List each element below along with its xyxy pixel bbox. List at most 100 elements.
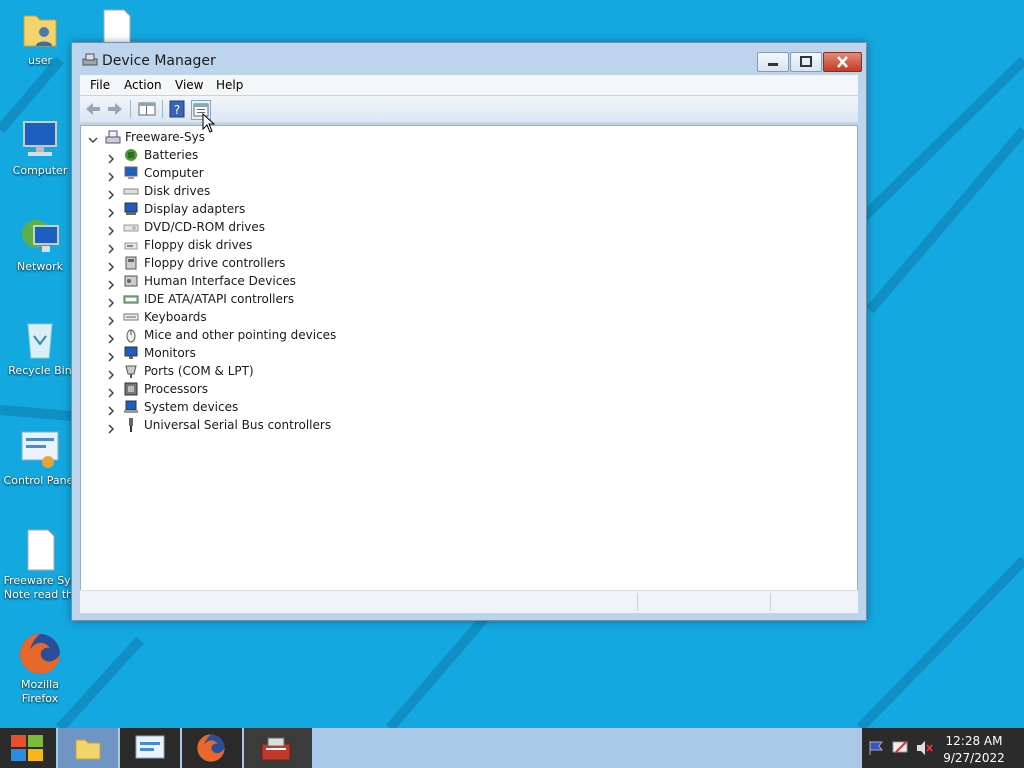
menu-file[interactable]: File [90, 78, 110, 92]
expand-chevron-icon[interactable] [107, 187, 115, 200]
desktop-icon-network[interactable]: Network [0, 214, 80, 274]
usb-icon [123, 417, 139, 433]
device-manager-icon [82, 53, 98, 67]
desktop-icon-control-panel[interactable]: Control Panel [0, 428, 80, 488]
monitor-icon [123, 345, 139, 361]
menu-bar: File Action View Help [80, 75, 858, 95]
desktop-icon-user[interactable]: user [0, 8, 80, 68]
forward-arrow-icon[interactable] [106, 100, 124, 118]
tree-category-row[interactable]: DVD/CD-ROM drives [81, 218, 481, 236]
firefox-icon [197, 734, 225, 762]
volume-muted-icon[interactable] [916, 740, 934, 756]
close-button[interactable] [823, 52, 862, 72]
tree-category-row[interactable]: IDE ATA/ATAPI controllers [81, 290, 481, 308]
tree-category-row[interactable]: System devices [81, 398, 481, 416]
expand-chevron-icon[interactable] [107, 313, 115, 326]
recycle-bin-icon [18, 318, 62, 362]
desktop-icon-freeware-note[interactable]: Freeware Sys Note read thi [0, 528, 80, 602]
status-separator [637, 593, 638, 611]
tree-category-row[interactable]: Floppy disk drives [81, 236, 481, 254]
device-tree: Freeware-Sys Batteries Computer Disk drive… [80, 125, 858, 591]
collapse-chevron-icon[interactable] [88, 132, 98, 144]
show-hide-console-tree-icon[interactable] [138, 100, 156, 118]
expand-chevron-icon[interactable] [107, 331, 115, 344]
tree-category-label: Display adapters [144, 202, 246, 216]
network-icon[interactable] [892, 740, 910, 756]
tree-category-row[interactable]: Display adapters [81, 200, 481, 218]
port-icon [123, 363, 139, 379]
expand-chevron-icon[interactable] [107, 367, 115, 380]
status-bar [80, 590, 858, 613]
tree-category-row[interactable]: Mice and other pointing devices [81, 326, 481, 344]
tree-category-row[interactable]: Disk drives [81, 182, 481, 200]
display-adapter-icon [123, 201, 139, 217]
expand-chevron-icon[interactable] [107, 277, 115, 290]
expand-chevron-icon[interactable] [107, 295, 115, 308]
desktop-icon-label-line1: Mozilla [21, 678, 59, 691]
clock-time[interactable]: 12:28 AM [944, 734, 1004, 748]
expand-chevron-icon[interactable] [107, 403, 115, 416]
clock-date[interactable]: 9/27/2022 [940, 751, 1008, 765]
desktop-icon-firefox[interactable]: Mozilla Firefox [0, 632, 80, 706]
tree-category-row[interactable]: Computer [81, 164, 481, 182]
expand-chevron-icon[interactable] [107, 205, 115, 218]
expand-chevron-icon[interactable] [107, 223, 115, 236]
expand-chevron-icon[interactable] [107, 151, 115, 164]
tree-category-row[interactable]: Ports (COM & LPT) [81, 362, 481, 380]
tree-category-row[interactable]: Human Interface Devices [81, 272, 481, 290]
start-button[interactable] [0, 728, 56, 768]
flag-icon[interactable] [868, 740, 886, 756]
device-manager-icon [261, 737, 291, 761]
desktop-icon-recycle-bin[interactable]: Recycle Bin [0, 318, 80, 378]
menu-action[interactable]: Action [124, 78, 162, 92]
expand-chevron-icon[interactable] [107, 385, 115, 398]
tree-category-row[interactable]: Universal Serial Bus controllers [81, 416, 481, 434]
menu-view[interactable]: View [175, 78, 203, 92]
firefox-icon [18, 632, 62, 676]
tree-category-label: Mice and other pointing devices [144, 328, 337, 342]
tree-category-label: Universal Serial Bus controllers [144, 418, 332, 432]
expand-chevron-icon[interactable] [107, 241, 115, 254]
tree-root[interactable]: Freeware-Sys [81, 128, 381, 146]
back-arrow-icon[interactable] [84, 100, 102, 118]
maximize-button[interactable] [790, 52, 822, 72]
toolbar-separator [162, 100, 163, 118]
expand-chevron-icon[interactable] [107, 421, 115, 434]
device-manager-window: Device Manager File Action View Help ? F… [71, 42, 867, 621]
desktop-icon-computer[interactable]: Computer [0, 118, 80, 178]
taskbar-file-explorer[interactable] [58, 728, 118, 768]
mouse-icon [123, 327, 139, 343]
hid-icon [123, 273, 139, 289]
taskbar: 12:28 AM 9/27/2022 [0, 728, 1024, 768]
minimize-button[interactable] [757, 52, 789, 72]
expand-chevron-icon[interactable] [107, 259, 115, 272]
floppy-drive-icon [123, 237, 139, 253]
tree-category-row[interactable]: Keyboards [81, 308, 481, 326]
tree-category-row[interactable]: Batteries [81, 146, 481, 164]
taskbar-control-panel[interactable] [120, 728, 180, 768]
user-folder-icon [18, 8, 62, 52]
menu-help[interactable]: Help [216, 78, 243, 92]
expand-chevron-icon[interactable] [107, 169, 115, 182]
desktop-icon-label: Computer [12, 164, 68, 177]
taskbar-firefox[interactable] [182, 728, 242, 768]
control-panel-icon [135, 735, 165, 759]
toolbar: ? [80, 96, 858, 123]
tree-category-row[interactable]: Processors [81, 380, 481, 398]
tree-category-row[interactable]: Floppy drive controllers [81, 254, 481, 272]
ide-controller-icon [123, 291, 139, 307]
tree-category-row[interactable]: Monitors [81, 344, 481, 362]
floppy-controller-icon [123, 255, 139, 271]
title-bar[interactable]: Device Manager [72, 43, 866, 73]
tree-category-label: Human Interface Devices [144, 274, 296, 288]
expand-chevron-icon[interactable] [107, 349, 115, 362]
text-document-icon [18, 528, 62, 572]
taskbar-device-manager[interactable] [244, 728, 312, 768]
tree-category-label: Keyboards [144, 310, 207, 324]
tree-category-label: Processors [144, 382, 209, 396]
svg-text:?: ? [174, 103, 180, 117]
tree-category-label: Computer [144, 166, 204, 180]
help-icon[interactable]: ? [168, 100, 186, 118]
tree-category-label: Floppy disk drives [144, 238, 253, 252]
windows-logo-icon [11, 735, 43, 761]
